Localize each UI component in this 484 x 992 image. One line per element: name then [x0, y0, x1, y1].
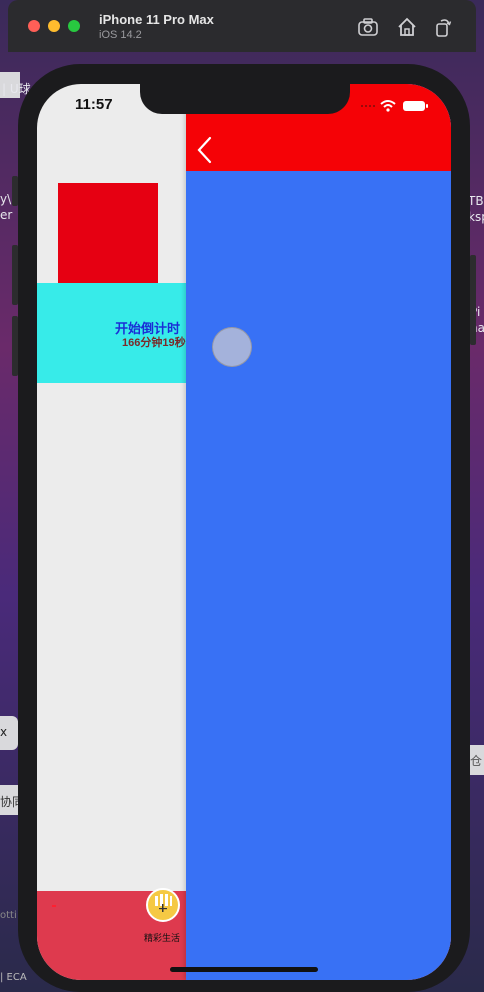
status-icons [361, 100, 428, 112]
desktop-text-fragment: x [0, 725, 8, 739]
phone-screen: 11:57 开始倒计时 166分钟19秒 精彩生活 [37, 84, 451, 980]
tab-life-icon[interactable] [146, 888, 180, 922]
tab-life-label[interactable]: 精彩生活 [144, 931, 180, 944]
home-indicator[interactable] [170, 967, 318, 972]
desktop-text-fragment: 仓 [470, 754, 483, 768]
notch [140, 84, 350, 114]
screenshot-icon[interactable] [357, 16, 379, 38]
home-icon[interactable] [396, 16, 418, 38]
rotate-icon[interactable] [432, 16, 454, 38]
power-button [470, 255, 476, 345]
chevron-left-icon[interactable] [194, 134, 214, 166]
simulator-titlebar: iPhone 11 Pro Max iOS 14.2 [8, 0, 476, 52]
volume-up-button [12, 245, 18, 305]
desktop-text-fragment: ksp [468, 210, 484, 224]
red-square-view [58, 183, 158, 283]
zoom-window-button[interactable] [68, 20, 80, 32]
desktop-text-fragment: | ECA [0, 972, 27, 983]
desktop-text-fragment: er [0, 208, 13, 222]
desktop-text-fragment: otti [0, 910, 17, 921]
tab-indicator-dot [52, 905, 56, 907]
minimize-window-button[interactable] [48, 20, 60, 32]
os-version: iOS 14.2 [99, 29, 142, 41]
desktop-text-fragment: TB [468, 194, 484, 208]
desktop-text-fragment: y\ [0, 192, 12, 206]
countdown-value: 166分钟19秒 [122, 337, 186, 349]
device-name: iPhone 11 Pro Max [99, 12, 214, 27]
volume-down-button [12, 316, 18, 376]
status-time: 11:57 [75, 96, 113, 113]
simulator-touch-indicator [212, 327, 252, 367]
close-window-button[interactable] [28, 20, 40, 32]
pushed-view-controller [186, 84, 451, 980]
mute-switch [12, 176, 18, 206]
